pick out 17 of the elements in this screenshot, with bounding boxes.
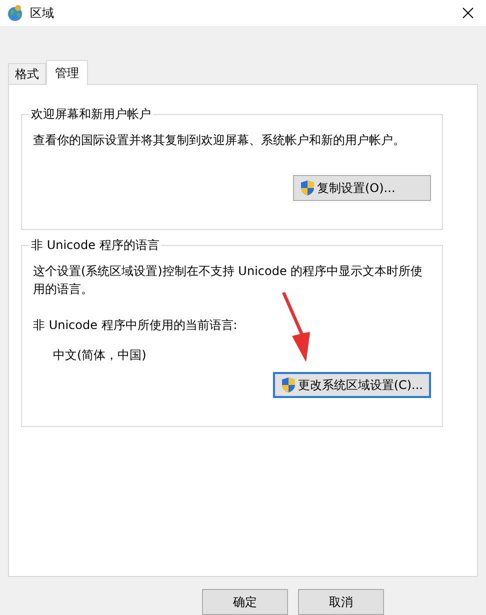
current-language: 中文(简体，中国) <box>52 347 148 364</box>
settings-button[interactable]: 更改系统区域设置(C)... <box>272 372 431 398</box>
close-icon <box>462 7 474 19</box>
description-text: 非 Unicode 程序中所使用的当前语言: <box>33 317 238 334</box>
group-title: 欢迎屏幕和新用户帐户 <box>29 106 153 122</box>
tab[interactable]: 格式 <box>8 63 46 84</box>
description-text: 这个设置(系统区域设置)控制在不支持 Unicode 的程序中显示文本时所使用的语言。 <box>33 263 424 298</box>
shield-icon <box>300 180 315 196</box>
dialog-button[interactable]: 确定 <box>202 589 288 615</box>
window-title: 区域 <box>30 5 54 22</box>
settings-button[interactable]: 复制设置(O)... <box>293 175 431 201</box>
globe-icon <box>6 4 24 22</box>
group-title: 非 Unicode 程序的语言 <box>29 237 162 253</box>
shield-icon <box>280 377 296 393</box>
description-text: 查看你的国际设置并将其复制到欢迎屏幕、系统帐户和新的用户帐户。 <box>33 132 406 149</box>
tab[interactable]: 管理 <box>46 60 88 85</box>
dialog-button[interactable]: 取消 <box>298 589 384 615</box>
